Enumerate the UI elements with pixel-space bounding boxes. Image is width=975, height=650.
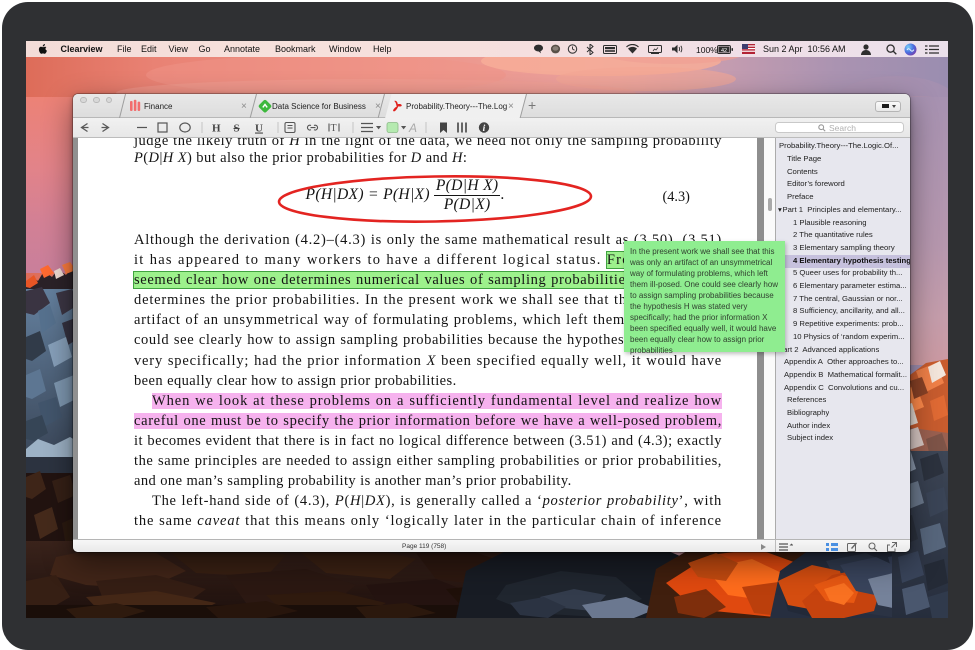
svg-text:T: T [331,123,337,134]
svg-text:i: i [483,124,486,134]
svg-text:H: H [212,123,221,135]
svg-text:S: S [234,123,240,135]
svg-text:A: A [408,121,417,135]
svg-text:42: 42 [721,47,727,53]
svg-text:U: U [255,123,263,135]
